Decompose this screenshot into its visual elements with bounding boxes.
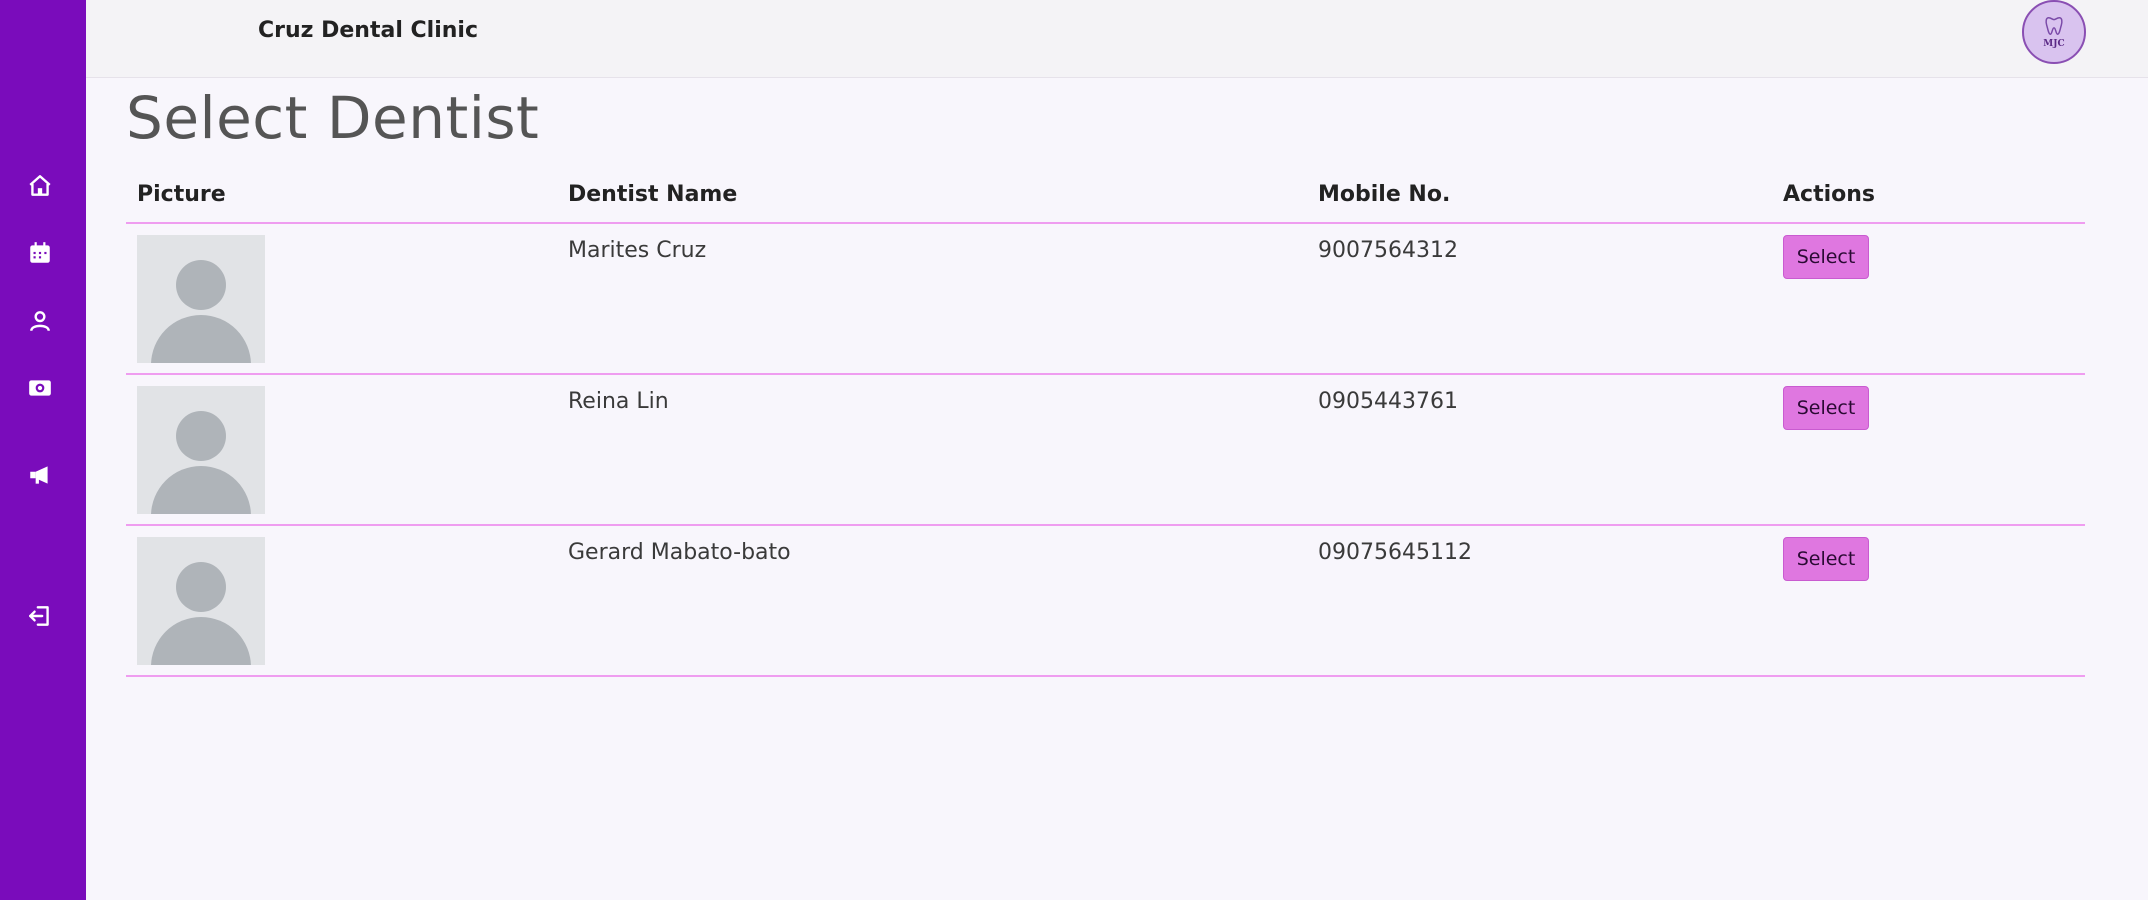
- dentist-mobile: 9007564312: [1318, 238, 1458, 263]
- clinic-logo[interactable]: MJC: [2022, 0, 2086, 64]
- money-icon[interactable]: [22, 370, 58, 406]
- top-bar: Cruz Dental Clinic MJC: [86, 0, 2148, 78]
- logo-text: MJC: [2043, 39, 2065, 49]
- select-button[interactable]: Select: [1783, 386, 1869, 430]
- dentist-mobile: 09075645112: [1318, 540, 1472, 565]
- table-row: Gerard Mabato-bato 09075645112 Select: [126, 526, 2085, 677]
- header-mobile: Mobile No.: [1318, 182, 1451, 207]
- page-title: Select Dentist: [126, 84, 540, 152]
- header-picture: Picture: [137, 182, 226, 207]
- calendar-icon[interactable]: [22, 235, 58, 271]
- header-dentist-name: Dentist Name: [568, 182, 738, 207]
- header-actions: Actions: [1783, 182, 1875, 207]
- select-button[interactable]: Select: [1783, 235, 1869, 279]
- select-button[interactable]: Select: [1783, 537, 1869, 581]
- table-row: Reina Lin 0905443761 Select: [126, 375, 2085, 526]
- user-icon[interactable]: [22, 303, 58, 339]
- sidebar: [0, 0, 86, 900]
- dentist-table: Picture Dentist Name Mobile No. Actions …: [126, 170, 2085, 677]
- clinic-name: Cruz Dental Clinic: [258, 18, 478, 43]
- dentist-name: Gerard Mabato-bato: [568, 540, 791, 565]
- table-header: Picture Dentist Name Mobile No. Actions: [126, 170, 2085, 224]
- home-icon[interactable]: [22, 168, 58, 204]
- dentist-picture: [137, 235, 265, 363]
- tooth-icon: [2045, 17, 2063, 35]
- dentist-name: Reina Lin: [568, 389, 669, 414]
- dentist-name: Marites Cruz: [568, 238, 707, 263]
- dentist-mobile: 0905443761: [1318, 389, 1458, 414]
- table-row: Marites Cruz 9007564312 Select: [126, 224, 2085, 375]
- dentist-picture: [137, 386, 265, 514]
- megaphone-icon[interactable]: [22, 457, 58, 493]
- dentist-picture: [137, 537, 265, 665]
- logout-icon[interactable]: [22, 598, 58, 634]
